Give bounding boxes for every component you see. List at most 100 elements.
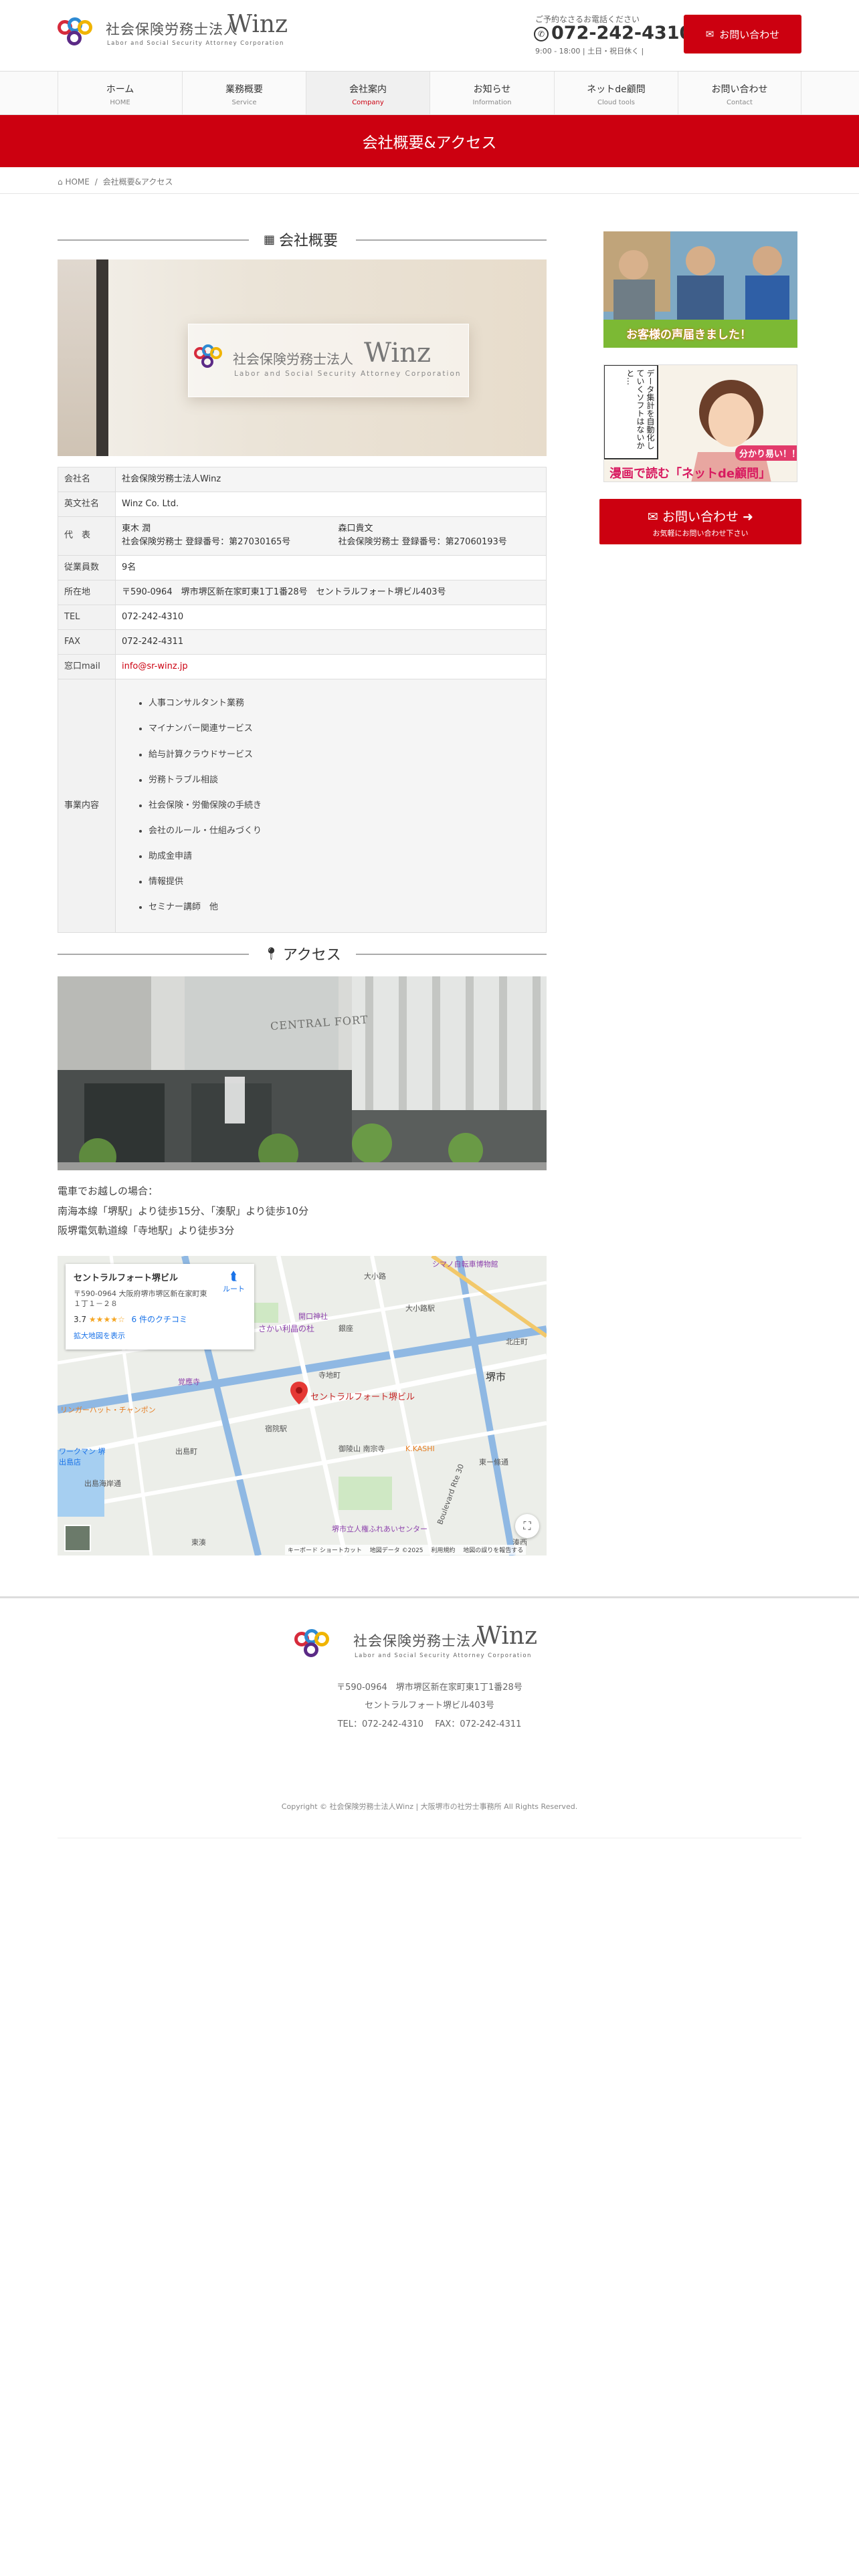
office-sign-plate: 社会保険労務士法人 Winz Labor and Social Security… bbox=[188, 324, 469, 397]
sign-text-sub: Labor and Social Security Attorney Corpo… bbox=[234, 370, 462, 378]
nav-label: 会社案内 bbox=[349, 84, 387, 95]
phone-number: 072-242-4310 bbox=[551, 23, 692, 43]
global-nav: ホーム HOME 業務概要 Service 会社案内 Company お知らせ Info… bbox=[0, 71, 859, 115]
footer-logo-english[interactable]: Winz bbox=[477, 1622, 537, 1650]
logo-english[interactable]: Winz bbox=[227, 11, 288, 38]
map-label: 出島町 bbox=[175, 1447, 197, 1456]
directions-button[interactable]: ⮬ ルート bbox=[223, 1269, 245, 1294]
fax-value: 072-242-4311 bbox=[115, 629, 547, 655]
list-item: 社会保険・労働保険の手続き bbox=[149, 799, 540, 813]
section-rule bbox=[356, 239, 547, 241]
english-name-value: Winz Co. Ltd. bbox=[115, 492, 547, 518]
table-row: 所在地 〒590-0964 堺市堺区新在家町東1丁1番28号 セントラルフォート… bbox=[58, 579, 547, 605]
header-phone[interactable]: ✆ 072-242-4310 bbox=[534, 23, 692, 43]
satellite-toggle[interactable] bbox=[64, 1525, 91, 1551]
list-item: 給与計算クラウドサービス bbox=[149, 748, 540, 762]
sidebar-contact-button[interactable]: ✉ お問い合わせ ➜ お気軽にお問い合わせ下さい bbox=[599, 499, 801, 544]
list-item: 情報提供 bbox=[149, 875, 540, 889]
row-key: 英文社名 bbox=[58, 492, 116, 518]
business-list-cell: 人事コンサルタント業務 マイナンバー関連サービス 給与計算クラウドサービス 労務… bbox=[115, 679, 547, 933]
map-label: 開口神社 bbox=[298, 1312, 328, 1321]
map-footer: キーボード ショートカット 地図データ ©2025 利用規約 地図の誤りを報告す… bbox=[285, 1545, 527, 1555]
mail-link[interactable]: info@sr-winz.jp bbox=[122, 661, 188, 671]
table-row: FAX 072-242-4311 bbox=[58, 629, 547, 655]
nav-item-information[interactable]: お知らせ Information bbox=[430, 72, 554, 114]
office-sign-photo: 社会保険労務士法人 Winz Labor and Social Security… bbox=[58, 259, 547, 456]
nav-item-contact[interactable]: お問い合わせ Contact bbox=[678, 72, 801, 114]
map-label: シマノ自転車博物館 bbox=[432, 1260, 498, 1269]
footer-logo-icon[interactable] bbox=[294, 1629, 337, 1661]
nav-sub: Company bbox=[352, 99, 384, 106]
business-list: 人事コンサルタント業務 マイナンバー関連サービス 給与計算クラウドサービス 労務… bbox=[149, 697, 540, 914]
footer-divider bbox=[0, 1596, 859, 1598]
nav-item-company[interactable]: 会社案内 Company bbox=[306, 72, 430, 114]
map-label: 堺市 bbox=[486, 1371, 506, 1383]
nav-label: ホーム bbox=[106, 84, 134, 95]
envelope-icon: ✉ bbox=[648, 510, 662, 524]
report-error-link[interactable]: 地図の誤りを報告する bbox=[463, 1547, 523, 1554]
place-title: セントラルフォート堺ビル bbox=[74, 1273, 179, 1283]
map-label: 大小路駅 bbox=[405, 1304, 435, 1313]
list-item: 助成金申請 bbox=[149, 850, 540, 863]
row-key: TEL bbox=[58, 604, 116, 630]
rating-stars: ★★★★☆ bbox=[88, 1314, 125, 1324]
section-rule bbox=[356, 954, 547, 955]
company-section-title: ▦ 会社概要 bbox=[264, 229, 338, 250]
list-item: セミナー講師 他 bbox=[149, 901, 540, 914]
footer-address-1: 〒590-0964 堺市堺区新在家町東1丁1番28号 bbox=[337, 1683, 522, 1693]
table-row: TEL 072-242-4310 bbox=[58, 604, 547, 630]
customer-voice-banner[interactable]: お客様の声届きました！ bbox=[603, 231, 797, 348]
business-hours: 9:00 - 18:00 | 土日・祝日休く | bbox=[535, 47, 644, 56]
nav-label: ネットde顧問 bbox=[587, 84, 646, 95]
logo-icon[interactable] bbox=[58, 17, 100, 49]
enlarge-map-link[interactable]: 拡大地図を表示 bbox=[74, 1330, 246, 1341]
terms-link[interactable]: 利用規約 bbox=[431, 1547, 455, 1554]
list-item: 会社のルール・仕組みづくり bbox=[149, 825, 540, 838]
footer-address-2: セントラルフォート堺ビル403号 bbox=[365, 1701, 494, 1711]
footer-logo-subtitle: Labor and Social Security Attorney Corpo… bbox=[355, 1652, 532, 1659]
building-illustration bbox=[58, 976, 547, 1170]
sidebar-contact-sub: お気軽にお問い合わせ下さい bbox=[652, 529, 749, 538]
map-label: 宿院駅 bbox=[265, 1424, 287, 1433]
map-pin-icon[interactable] bbox=[290, 1382, 308, 1404]
map-pin-label: セントラルフォート堺ビル bbox=[310, 1392, 415, 1402]
staff-count-value: 9名 bbox=[115, 554, 547, 580]
footer-logo-japanese[interactable]: 社会保険労務士法人 bbox=[353, 1630, 486, 1650]
logo-japanese[interactable]: 社会保険労務士法人 bbox=[106, 19, 238, 39]
reviews-link[interactable]: 6 件のクチコミ bbox=[132, 1315, 187, 1324]
nav-sub: Contact bbox=[727, 99, 753, 106]
logo-subtitle: Labor and Social Security Attorney Corpo… bbox=[107, 40, 284, 47]
arrow-circle-icon: ➜ bbox=[739, 510, 753, 524]
directions-icon: ⮬ bbox=[230, 1269, 237, 1283]
nav-item-cloud-tools[interactable]: ネットde顧問 Cloud tools bbox=[554, 72, 678, 114]
table-row: 窓口mail info@sr-winz.jp bbox=[58, 654, 547, 680]
building-photo: CENTRAL FORT bbox=[58, 976, 547, 1170]
map-label: 御陵山 南宗寺 bbox=[339, 1444, 385, 1453]
building-icon: ▦ bbox=[264, 232, 276, 247]
google-map[interactable]: セントラルフォート堺ビル 堺市 大小路 シマノ自転車博物館 大小路駅 開口神社 … bbox=[58, 1256, 547, 1555]
copyright: Copyright © 社会保険労務士法人Winz | 大阪堺市の社労士事務所 … bbox=[281, 1802, 578, 1811]
list-item: マイナンバー関連サービス bbox=[149, 722, 540, 736]
table-row: 代 表 東木 潤 社会保険労務士 登録番号：第27030165号 森口貴文 社会… bbox=[58, 516, 547, 556]
page-title: 会社概要&アクセス bbox=[0, 115, 859, 167]
company-info-table: 会社名 社会保険労務士法人Winz 英文社名 Winz Co. Ltd. 代 表… bbox=[58, 466, 547, 933]
nav-sub: Service bbox=[231, 99, 257, 106]
door-frame-graphic bbox=[96, 259, 108, 456]
map-marker-icon: 📍︎ bbox=[264, 946, 279, 961]
nav-item-service[interactable]: 業務概要 Service bbox=[182, 72, 306, 114]
rep-name: 森口貴文 bbox=[338, 524, 373, 534]
fullscreen-icon[interactable]: ⛶ bbox=[515, 1514, 539, 1538]
map-label: リンガーハット・チャンポン bbox=[60, 1406, 156, 1414]
envelope-icon: ✉ bbox=[705, 28, 714, 40]
map-label: 東湊 bbox=[191, 1538, 206, 1547]
map-place-card: セントラルフォート堺ビル ⮬ ルート 〒590-0964 大阪府堺市堺区新在家町… bbox=[66, 1264, 254, 1350]
row-key: 会社名 bbox=[58, 466, 116, 493]
header-contact-button[interactable]: ✉ お問い合わせ bbox=[684, 15, 801, 53]
place-address: 〒590-0964 大阪府堺市堺区新在家町東１丁１－２８ bbox=[74, 1289, 207, 1309]
manga-banner[interactable]: データ集計を自動化していくソフトはないかと… 分かり易い！！ 漫画で読む「ネット… bbox=[603, 364, 797, 482]
home-icon: ⌂ bbox=[58, 177, 63, 187]
breadcrumb-home[interactable]: HOME bbox=[65, 177, 89, 187]
nav-item-home[interactable]: ホーム HOME bbox=[58, 72, 182, 114]
table-row: 会社名 社会保険労務士法人Winz bbox=[58, 466, 547, 493]
keyboard-shortcuts-link[interactable]: キーボード ショートカット bbox=[288, 1547, 362, 1554]
